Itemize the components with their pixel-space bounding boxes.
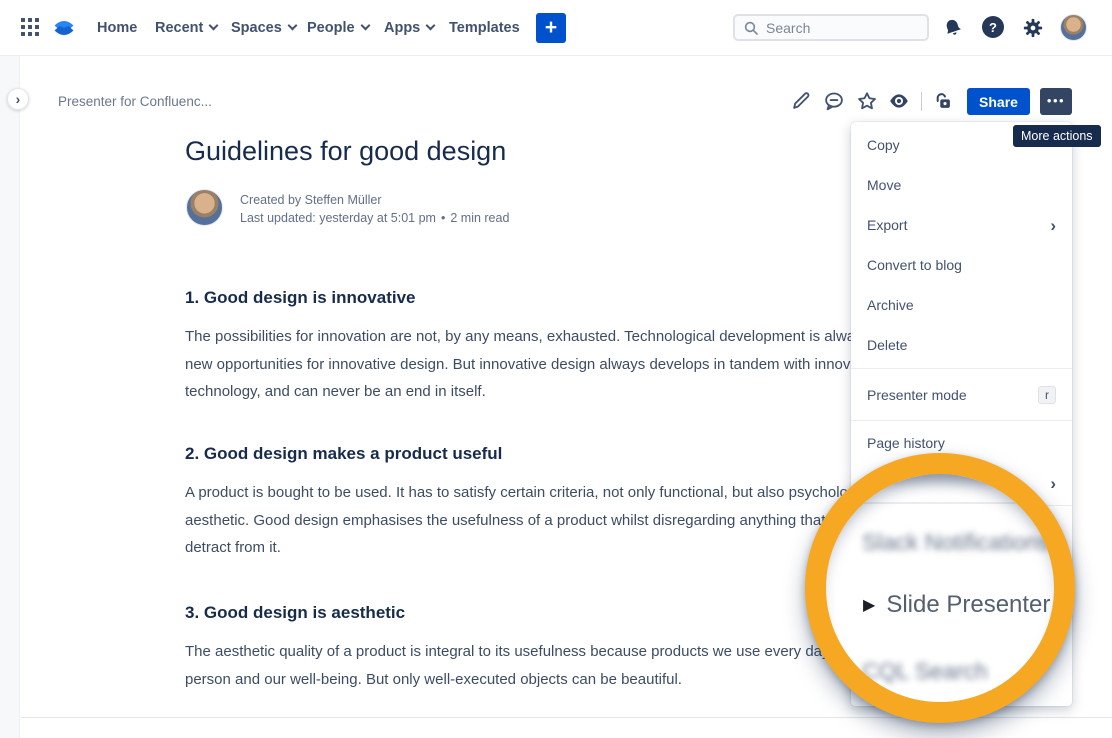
loupe-blur-smudge xyxy=(884,467,992,481)
section-2-heading: 2. Good design makes a product useful xyxy=(185,444,927,464)
menu-item-slack-notifications[interactable]: Slack Notifications xyxy=(862,529,1050,556)
chevron-down-icon xyxy=(209,21,219,31)
share-button[interactable]: Share xyxy=(967,88,1030,115)
help-icon[interactable]: ? xyxy=(982,16,1004,38)
magnifier-loupe: Slack Notifications ▶ Slide Presenter CQ… xyxy=(805,453,1075,723)
create-button[interactable]: + xyxy=(536,13,566,43)
watch-eye-icon[interactable] xyxy=(888,90,910,112)
chevron-down-icon xyxy=(426,21,436,31)
menu-item-presenter-mode[interactable]: Presenter mode r xyxy=(851,375,1072,415)
byline-updated: Last updated: yesterday at 5:01 pm•2 min… xyxy=(240,209,509,227)
loupe-menu-divider xyxy=(820,502,1060,504)
submenu-chevron-icon: › xyxy=(1050,475,1056,492)
section-3-body: The aesthetic quality of a product is in… xyxy=(185,638,927,693)
menu-item-export[interactable]: Export› xyxy=(851,205,1072,245)
section-1-body: The possibilities for innovation are not… xyxy=(185,323,927,406)
nav-item-templates[interactable]: Templates xyxy=(449,0,520,55)
user-avatar[interactable] xyxy=(1060,14,1087,41)
submenu-chevron-icon: › xyxy=(1050,217,1056,234)
page-title: Guidelines for good design xyxy=(185,136,927,167)
more-actions-button[interactable]: ••• xyxy=(1040,88,1072,115)
byline-created: Created by Steffen Müller xyxy=(240,191,509,209)
grid-icon xyxy=(20,17,40,37)
chevron-down-icon xyxy=(360,21,370,31)
breadcrumb[interactable]: Presenter for Confluenc... xyxy=(58,94,212,109)
menu-group-page-ops: Copy Move Export› Convert to blog Archiv… xyxy=(851,122,1072,368)
menu-item-slide-presenter[interactable]: ▶ Slide Presenter xyxy=(863,591,1050,619)
read-time: 2 min read xyxy=(450,211,509,225)
section-1-heading: 1. Good design is innovative xyxy=(185,288,927,308)
nav-item-apps[interactable]: Apps xyxy=(384,0,434,55)
menu-item-archive[interactable]: Archive xyxy=(851,285,1072,325)
toolbar-divider xyxy=(921,92,922,111)
notifications-icon[interactable] xyxy=(942,17,964,39)
favorite-star-icon[interactable] xyxy=(856,90,878,112)
play-icon: ▶ xyxy=(863,595,875,615)
edit-pencil-icon[interactable] xyxy=(790,90,812,112)
shortcut-badge: r xyxy=(1038,386,1056,404)
section-1: 1. Good design is innovative The possibi… xyxy=(185,288,927,406)
settings-gear-icon[interactable] xyxy=(1022,17,1044,39)
app-switcher-icon[interactable] xyxy=(20,17,40,37)
confluence-logo-icon[interactable] xyxy=(52,16,76,40)
chevron-down-icon xyxy=(287,21,297,31)
expand-sidebar-button[interactable]: › xyxy=(7,88,29,110)
comment-icon[interactable] xyxy=(823,90,845,112)
top-nav: Home Recent Spaces People Apps Templates… xyxy=(0,0,1112,56)
search-input[interactable] xyxy=(766,20,916,36)
nav-item-home[interactable]: Home xyxy=(97,0,137,55)
nav-item-people[interactable]: People xyxy=(307,0,369,55)
menu-item-move[interactable]: Move xyxy=(851,165,1072,205)
collapsed-sidebar-rail xyxy=(0,56,20,738)
menu-group-presenter: Presenter mode r xyxy=(851,369,1072,420)
nav-item-recent[interactable]: Recent xyxy=(155,0,217,55)
unlock-restrictions-icon[interactable] xyxy=(932,90,954,112)
menu-item-convert-to-blog[interactable]: Convert to blog xyxy=(851,245,1072,285)
chevron-right-icon: › xyxy=(16,91,21,107)
search-icon xyxy=(743,20,759,36)
plus-icon: + xyxy=(545,16,557,40)
more-actions-tooltip: More actions xyxy=(1013,125,1101,147)
author-avatar[interactable] xyxy=(186,189,223,226)
byline: Created by Steffen Müller Last updated: … xyxy=(240,191,509,227)
menu-item-delete[interactable]: Delete xyxy=(851,325,1072,365)
confluence-page: Home Recent Spaces People Apps Templates… xyxy=(0,0,1112,738)
ellipsis-icon: ••• xyxy=(1047,93,1065,108)
nav-item-spaces[interactable]: Spaces xyxy=(231,0,296,55)
search-box[interactable] xyxy=(733,14,929,41)
menu-item-cql-search[interactable]: CQL Search xyxy=(862,658,988,685)
